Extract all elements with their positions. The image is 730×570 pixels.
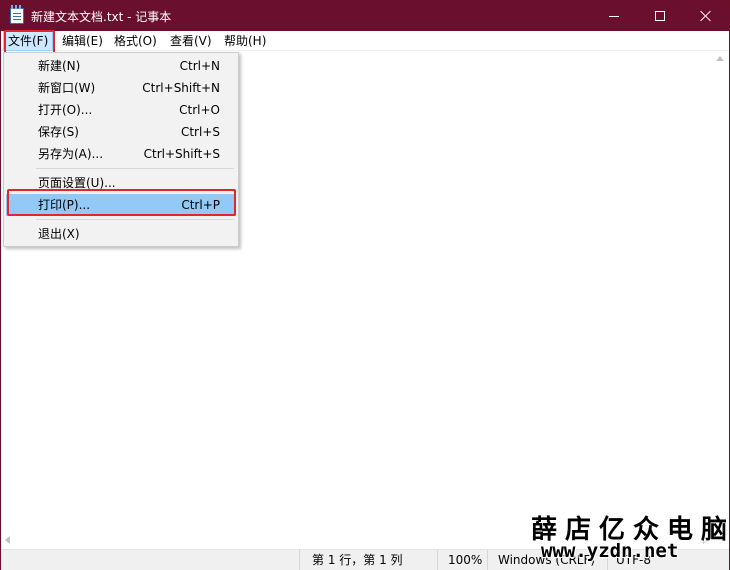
menu-format[interactable]: 格式(O)	[110, 31, 161, 51]
menu-item-shortcut: Ctrl+S	[180, 125, 220, 139]
menu-item-label: 另存为(A)...	[38, 147, 104, 161]
scroll-up-icon[interactable]	[716, 56, 724, 61]
notepad-icon	[10, 5, 24, 24]
minimize-icon	[609, 15, 619, 17]
scroll-left-icon[interactable]	[5, 536, 10, 544]
file-menu-highlight-box	[4, 30, 55, 54]
file-dropdown-menu: 新建(N) Ctrl+N 新窗口(W) Ctrl+Shift+N 打开(O)..…	[3, 52, 239, 247]
menu-item-save[interactable]: 保存(S) Ctrl+S	[6, 121, 236, 143]
notepad-window: 新建文本文档.txt - 记事本 文件(F) 编辑(E) 格式(O) 查看(V)…	[0, 0, 730, 570]
close-button[interactable]	[683, 1, 729, 31]
menu-item-label: 新窗口(W)	[38, 81, 96, 95]
maximize-icon	[655, 11, 665, 21]
menu-item-new-window[interactable]: 新窗口(W) Ctrl+Shift+N	[6, 77, 236, 99]
menu-item-label: 打开(O)...	[38, 103, 93, 117]
menu-item-label: 保存(S)	[38, 125, 79, 139]
menu-item-exit[interactable]: 退出(X)	[6, 223, 236, 245]
cursor-position: 第 1 行，第 1 列	[299, 550, 437, 570]
menu-separator	[36, 168, 234, 169]
menu-bar: 文件(F) 编辑(E) 格式(O) 查看(V) 帮助(H)	[1, 31, 729, 51]
menu-edit[interactable]: 编辑(E)	[58, 31, 107, 51]
zoom-level: 100%	[437, 550, 487, 570]
minimize-button[interactable]	[591, 1, 637, 31]
title-bar: 新建文本文档.txt - 记事本	[1, 1, 729, 31]
menu-item-label: 退出(X)	[38, 227, 80, 241]
menu-item-open[interactable]: 打开(O)... Ctrl+O	[6, 99, 236, 121]
vertical-scrollbar[interactable]	[712, 52, 729, 532]
watermark-url: www.yzdn.net	[541, 540, 679, 562]
menu-view[interactable]: 查看(V)	[166, 31, 216, 51]
print-highlight-box	[7, 189, 236, 216]
menu-item-shortcut: Ctrl+Shift+N	[142, 81, 220, 95]
maximize-button[interactable]	[637, 1, 683, 31]
menu-separator	[36, 219, 234, 220]
menu-item-new[interactable]: 新建(N) Ctrl+N	[6, 55, 236, 77]
menu-item-shortcut: Ctrl+Shift+S	[143, 147, 220, 161]
menu-help[interactable]: 帮助(H)	[220, 31, 270, 51]
menu-item-label: 新建(N)	[38, 59, 81, 73]
menu-item-shortcut: Ctrl+N	[179, 59, 220, 73]
menu-item-shortcut: Ctrl+O	[179, 103, 220, 117]
close-icon	[700, 10, 712, 22]
window-title: 新建文本文档.txt - 记事本	[31, 10, 172, 24]
menu-item-save-as[interactable]: 另存为(A)... Ctrl+Shift+S	[6, 143, 236, 165]
